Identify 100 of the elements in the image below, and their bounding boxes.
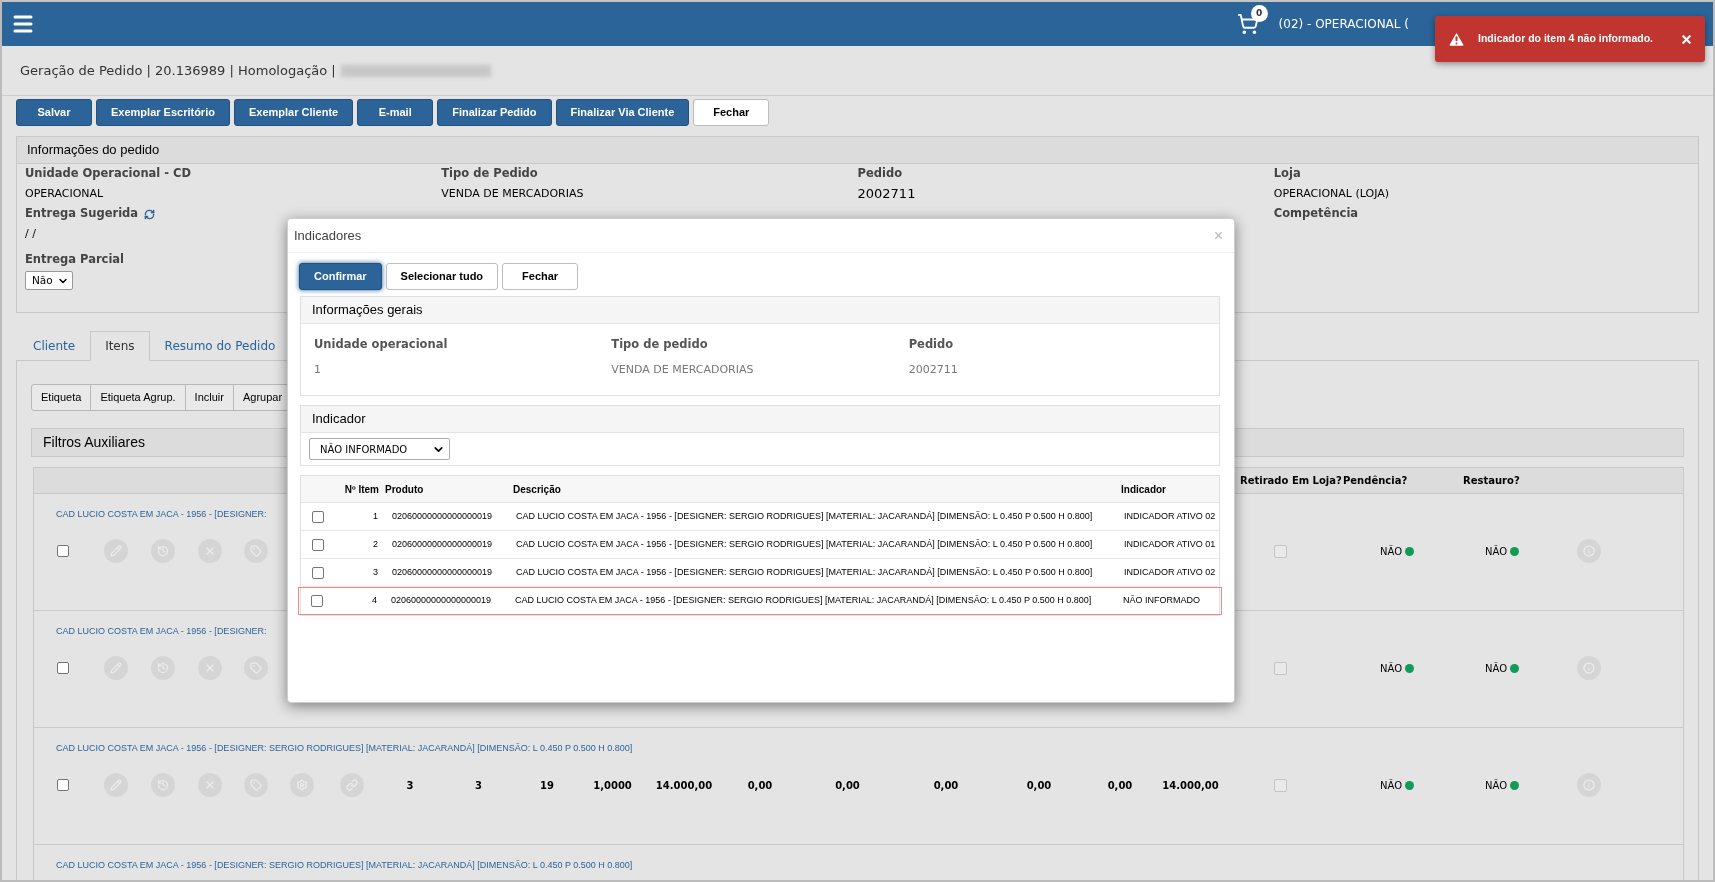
field-value: VENDA DE MERCADORIAS xyxy=(441,185,584,202)
field-label: Unidade operacional xyxy=(314,336,449,353)
table-cell-text: 3 xyxy=(475,778,482,793)
table-cell-text: INDICADOR ATIVO 02 xyxy=(1123,566,1217,580)
table-cell-text: CAD LUCIO COSTA EM JACA - 1956 - [DESIGNER: SERGIO RODRIGUES] [MATERIAL: JACARANDÁ] [DIMENSÃO: L 0.450 P 0.500 H 0.800] xyxy=(515,510,1094,524)
user-unit-label[interactable]: (02) - OPERACIONAL ( xyxy=(1278,15,1409,33)
field-label: Unidade Operacional - CD xyxy=(25,165,192,183)
pending-status: NÃO xyxy=(1380,778,1402,793)
toolbar-button[interactable]: Etiqueta xyxy=(32,385,92,410)
column-header: Descrição xyxy=(512,482,562,497)
dialog-button[interactable]: Selecionar tudo xyxy=(385,263,499,290)
field-value: 2002711 xyxy=(857,185,916,204)
indicator-row[interactable]: 1 02060000000000000019 CAD LUCIO COSTA EM JACA - 1956 - [DESIGNER: SERGIO RODRIGUES] [MATERIAL: JACARANDÁ] [DIMENSÃO: L 0.450 P 0.500 H 0.800] INDICADOR ATIVO 02 xyxy=(301,503,1219,531)
field-label: Competência xyxy=(1273,205,1359,223)
table-cell-text: 02060000000000000019 xyxy=(391,538,494,552)
field-value: OPERACIONAL (LOJA) xyxy=(1273,185,1390,202)
table-cell-text: CAD LUCIO COSTA EM JACA - 1956 - [DESIGNER: SERGIO RODRIGUES] [MATERIAL: JACARANDÁ] [DIMENSÃO: L 0.450 P 0.500 H 0.800] xyxy=(515,538,1094,552)
restore-status: NÃO xyxy=(1485,778,1507,793)
action-button[interactable]: Salvar xyxy=(16,99,92,126)
table-cell-text: 0,00 xyxy=(1026,778,1052,793)
table-cell-text: 02060000000000000019 xyxy=(390,594,493,608)
refresh-icon[interactable] xyxy=(144,208,156,220)
field-label: Tipo de pedido xyxy=(611,336,709,353)
tab[interactable]: Itens xyxy=(90,331,150,361)
field-label: Entrega Sugerida xyxy=(25,205,139,223)
picked-up-checkbox[interactable] xyxy=(1274,544,1287,558)
table-cell-text: 14.000,00 xyxy=(1162,778,1219,793)
dialog-button[interactable]: Fechar xyxy=(502,263,579,290)
pending-status: NÃO xyxy=(1380,544,1402,559)
pending-status: NÃO xyxy=(1380,661,1402,676)
indicator-select[interactable]: NÃO INFORMADO xyxy=(309,438,450,460)
table-cell-text: 0,00 xyxy=(1107,778,1133,793)
item-title-link[interactable]: CAD LUCIO COSTA EM JACA - 1956 - [DESIGNER: SERGIO RODRIGUES] [MATERIAL: JACARANDÁ] [DIMENSÃO: L 0.450 P 0.500 H 0.800] xyxy=(56,742,633,756)
table-cell-text: 1 xyxy=(373,510,379,524)
row-checkbox[interactable] xyxy=(57,662,69,674)
action-button[interactable]: Finalizar Pedido xyxy=(437,99,552,126)
tab[interactable]: Cliente xyxy=(18,331,91,361)
table-cell-text: 02060000000000000019 xyxy=(391,510,494,524)
table-cell-text: 0,00 xyxy=(835,778,860,793)
table-cell-text: 19 xyxy=(540,778,554,793)
panel-title: Informações gerais xyxy=(312,301,423,320)
field-value: 1 xyxy=(314,362,322,379)
table-cell-text: NÃO INFORMADO xyxy=(1122,594,1201,608)
picked-up-checkbox[interactable] xyxy=(1274,778,1287,792)
toolbar-button[interactable]: Incluir xyxy=(185,385,234,410)
item-title-link[interactable]: CAD LUCIO COSTA EM JACA - 1956 - [DESIGNER: xyxy=(56,625,267,639)
table-cell-text: CAD LUCIO COSTA EM JACA - 1956 - [DESIGNER: SERGIO RODRIGUES] [MATERIAL: JACARANDÁ] [DIMENSÃO: L 0.450 P 0.500 H 0.800] xyxy=(515,566,1094,580)
field-value: / / xyxy=(25,225,36,242)
field-value: OPERACIONAL xyxy=(25,185,104,202)
column-header: Produto xyxy=(384,482,425,497)
toast-message: Indicador do item 4 não informado. xyxy=(1478,31,1654,47)
indicator-row[interactable]: 2 02060000000000000019 CAD LUCIO COSTA EM JACA - 1956 - [DESIGNER: SERGIO RODRIGUES] [MATERIAL: JACARANDÁ] [DIMENSÃO: L 0.450 P 0.500 H 0.800] INDICADOR ATIVO 01 xyxy=(301,531,1219,559)
picked-up-checkbox[interactable] xyxy=(1274,661,1287,675)
row-checkbox[interactable] xyxy=(57,779,69,791)
field-label: Pedido xyxy=(908,336,955,353)
item-title-link[interactable]: CAD LUCIO COSTA EM JACA - 1956 - [DESIGNER: SERGIO RODRIGUES] [MATERIAL: JACARANDÁ] [DIMENSÃO: L 0.450 P 0.500 H 0.800] xyxy=(56,859,633,873)
table-cell-text: 02060000000000000019 xyxy=(391,566,494,580)
partial-delivery-select[interactable]: Não xyxy=(25,271,73,290)
table-cell-text: 1,0000 xyxy=(593,778,632,793)
tab[interactable]: Resumo do Pedido xyxy=(149,331,291,361)
table-cell-text: 2 xyxy=(373,538,379,552)
field-label: Loja xyxy=(1273,165,1301,183)
close-icon[interactable] xyxy=(1680,32,1693,46)
panel-title: Informações do pedido xyxy=(27,141,160,160)
row-checkbox[interactable] xyxy=(312,511,324,523)
table-cell-text: 14.000,00 xyxy=(655,778,713,793)
action-button[interactable]: E-mail xyxy=(357,99,434,126)
field-label: Entrega Parcial xyxy=(25,251,125,269)
table-cell-text: 3 xyxy=(406,778,414,793)
table-cell-text: INDICADOR ATIVO 01 xyxy=(1123,538,1217,552)
indicator-row[interactable]: 4 02060000000000000019 CAD LUCIO COSTA EM JACA - 1956 - [DESIGNER: SERGIO RODRIGUES] [MATERIAL: JACARANDÁ] [DIMENSÃO: L 0.450 P 0.500 H 0.800] NÃO INFORMADO xyxy=(298,587,1222,615)
table-cell-text: INDICADOR ATIVO 02 xyxy=(1123,510,1217,524)
restore-status: NÃO xyxy=(1485,661,1507,676)
item-title-link[interactable]: CAD LUCIO COSTA EM JACA - 1956 - [DESIGNER: xyxy=(56,508,267,522)
column-header: Pendência? xyxy=(1343,474,1408,488)
dialog-title: Indicadores xyxy=(294,226,362,245)
column-header: Indicador xyxy=(1120,482,1167,497)
action-button[interactable]: Fechar xyxy=(693,99,770,126)
table-cell-text: CAD LUCIO COSTA EM JACA - 1956 - [DESIGNER: SERGIO RODRIGUES] [MATERIAL: JACARANDÁ] [DIMENSÃO: L 0.450 P 0.500 H 0.800] xyxy=(514,594,1093,608)
restore-status: NÃO xyxy=(1485,544,1507,559)
dialog-button[interactable]: Confirmar xyxy=(299,263,382,290)
field-label: Tipo de Pedido xyxy=(441,165,538,183)
table-cell-text: 4 xyxy=(372,594,378,608)
action-button[interactable]: Finalizar Via Cliente xyxy=(555,99,690,126)
cart-count-badge: 0 xyxy=(1250,5,1268,22)
field-value: VENDA DE MERCADORIAS xyxy=(611,362,755,379)
field-label: Pedido xyxy=(857,165,903,183)
row-checkbox[interactable] xyxy=(57,545,69,557)
column-header: Restauro? xyxy=(1463,474,1520,488)
toolbar-button[interactable]: Etiqueta Agrup. xyxy=(91,385,186,410)
page-title: Geração de Pedido | 20.136989 | Homologação | xyxy=(20,61,336,80)
row-checkbox[interactable] xyxy=(312,539,324,551)
column-header: Nº Item xyxy=(344,482,380,497)
row-checkbox[interactable] xyxy=(312,567,324,579)
row-checkbox[interactable] xyxy=(311,595,323,607)
table-cell-text: 3 xyxy=(373,566,379,580)
action-button[interactable]: Exemplar Cliente xyxy=(233,99,354,126)
table-cell-text: 0,00 xyxy=(933,778,959,793)
action-button[interactable]: Exemplar Escritório xyxy=(96,99,230,126)
indicator-row[interactable]: 3 02060000000000000019 CAD LUCIO COSTA EM JACA - 1956 - [DESIGNER: SERGIO RODRIGUES] [MATERIAL: JACARANDÁ] [DIMENSÃO: L 0.450 P 0.500 H 0.800] INDICADOR ATIVO 02 xyxy=(301,559,1219,587)
